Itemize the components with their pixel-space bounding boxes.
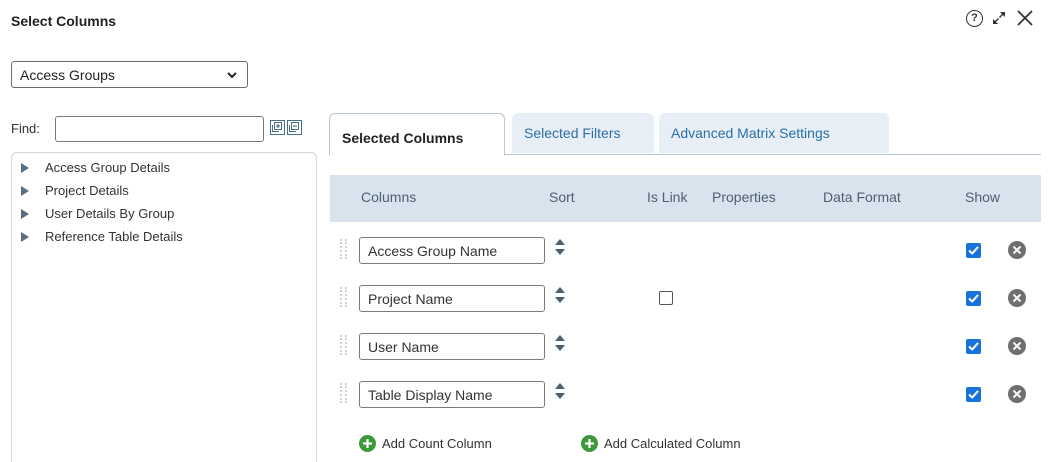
drag-handle-icon[interactable]	[340, 335, 347, 355]
plus-circle-icon	[359, 435, 376, 452]
remove-icon[interactable]	[1008, 241, 1026, 259]
tab-bar: Selected Columns Selected Filters Advanc…	[329, 113, 1041, 156]
table-row	[330, 374, 1041, 410]
group-select[interactable]: Access Groups	[11, 61, 248, 88]
column-name-input[interactable]	[359, 237, 545, 264]
header-sort: Sort	[549, 189, 575, 205]
chevron-down-icon	[227, 72, 237, 79]
sort-icon[interactable]	[554, 286, 566, 304]
tab-selected-columns[interactable]: Selected Columns	[329, 113, 505, 156]
columns-table-header: Columns Sort Is Link Properties Data For…	[330, 175, 1041, 222]
tree-item-label: Reference Table Details	[45, 229, 183, 244]
tree-item-label: Project Details	[45, 183, 129, 198]
drag-handle-icon[interactable]	[340, 287, 347, 307]
show-checkbox[interactable]	[966, 291, 981, 306]
window-controls: ?	[966, 8, 1035, 28]
expand-triangle-icon[interactable]	[21, 162, 29, 173]
table-row	[330, 278, 1041, 314]
expand-icon[interactable]	[991, 10, 1007, 26]
show-checkbox[interactable]	[966, 387, 981, 402]
column-name-input[interactable]	[359, 333, 545, 360]
tree-item-label: User Details By Group	[45, 206, 175, 221]
column-name-input[interactable]	[359, 381, 545, 408]
sort-icon[interactable]	[554, 382, 566, 400]
table-row	[330, 230, 1041, 266]
add-calculated-column-button[interactable]: Add Calculated Column	[581, 435, 741, 452]
help-circle-icon[interactable]: ?	[966, 9, 983, 27]
sort-icon[interactable]	[554, 334, 566, 352]
tree-item-user-details-by-group[interactable]: User Details By Group	[21, 201, 316, 226]
header-show: Show	[965, 189, 1001, 205]
tab-advanced-matrix-settings[interactable]: Advanced Matrix Settings	[659, 113, 889, 153]
field-tree: Access Group Details Project Details Use…	[11, 152, 317, 462]
tree-item-access-group-details[interactable]: Access Group Details	[21, 155, 316, 180]
header-is-link: Is Link	[647, 189, 688, 205]
expand-triangle-icon[interactable]	[21, 185, 29, 196]
table-row	[330, 326, 1041, 362]
remove-icon[interactable]	[1008, 385, 1026, 403]
tree-item-project-details[interactable]: Project Details	[21, 178, 316, 203]
expand-triangle-icon[interactable]	[21, 208, 29, 219]
find-input[interactable]	[55, 116, 264, 142]
header-properties: Properties	[712, 189, 776, 205]
remove-icon[interactable]	[1008, 289, 1026, 307]
find-label: Find:	[11, 121, 40, 136]
add-count-column-label: Add Count Column	[382, 436, 492, 451]
tree-item-label: Access Group Details	[45, 160, 170, 175]
group-select-value: Access Groups	[20, 66, 115, 83]
header-data-format: Data Format	[823, 189, 901, 205]
collapse-all-icon[interactable]	[287, 120, 302, 135]
is-link-checkbox[interactable]	[659, 291, 673, 305]
show-checkbox[interactable]	[966, 339, 981, 354]
tree-item-reference-table-details[interactable]: Reference Table Details	[21, 224, 316, 249]
add-calculated-column-label: Add Calculated Column	[604, 436, 741, 451]
expand-triangle-icon[interactable]	[21, 231, 29, 242]
expand-all-icon[interactable]	[270, 120, 285, 135]
sort-icon[interactable]	[554, 238, 566, 256]
column-name-input[interactable]	[359, 285, 545, 312]
tab-selected-filters[interactable]: Selected Filters	[512, 113, 654, 153]
add-count-column-button[interactable]: Add Count Column	[359, 435, 492, 452]
close-icon[interactable]	[1015, 8, 1035, 28]
dialog-title: Select Columns	[11, 13, 117, 29]
plus-circle-icon	[581, 435, 598, 452]
remove-icon[interactable]	[1008, 337, 1026, 355]
header-columns: Columns	[361, 189, 417, 205]
show-checkbox[interactable]	[966, 243, 981, 258]
drag-handle-icon[interactable]	[340, 239, 347, 259]
drag-handle-icon[interactable]	[340, 383, 347, 403]
